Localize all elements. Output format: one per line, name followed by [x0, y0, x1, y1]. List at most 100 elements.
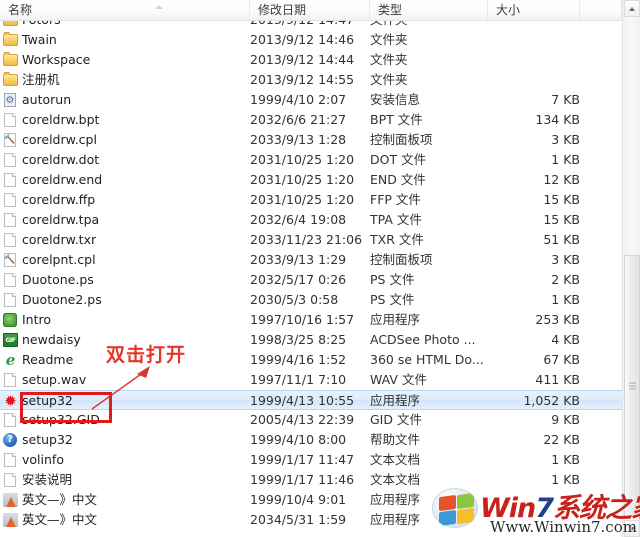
file-size: 253 KB [535, 312, 580, 327]
folder-icon [3, 21, 18, 26]
html-browser-icon [3, 352, 18, 368]
file-name: Workspace [22, 52, 91, 67]
sort-ascending-icon [155, 5, 163, 9]
file-row[interactable]: autorun 1999/4/10 2:07 安装信息 7 KB [0, 90, 622, 111]
file-type: ACDSee Photo ... [370, 332, 476, 347]
file-type: 文件夹 [370, 72, 408, 87]
file-row[interactable]: coreldrw.bpt 2032/6/6 21:27 BPT 文件 134 KB [0, 110, 622, 130]
vertical-scrollbar[interactable] [622, 0, 640, 537]
file-row[interactable]: coreldrw.cpl 2033/9/13 1:28 控制面板项 3 KB [0, 130, 622, 150]
file-name: setup32 [22, 432, 73, 447]
file-row[interactable]: Workspace 2013/9/12 14:44 文件夹 [0, 50, 622, 70]
file-row[interactable]: 注册机 2013/9/12 14:55 文件夹 [0, 70, 622, 90]
file-row[interactable]: setup32.GID 2005/4/13 22:39 GID 文件 9 KB [0, 410, 622, 430]
corel-app-icon [3, 393, 18, 409]
file-name: autorun [22, 92, 72, 107]
file-row[interactable]: coreldrw.dot 2031/10/25 1:20 DOT 文件 1 KB [0, 150, 622, 170]
file-row[interactable]: setup32 1999/4/10 8:00 帮助文件 22 KB [0, 430, 622, 450]
control-panel-icon [4, 130, 16, 150]
file-date-modified: 1997/11/1 7:10 [250, 372, 347, 387]
file-date-modified: 2032/6/6 21:27 [250, 112, 347, 127]
file-list[interactable]: Fotors2013/9/12 14:47 文件夹 Twain 2013/9/12 1… [0, 21, 622, 537]
file-type: FFP 文件 [370, 192, 421, 207]
file-date-modified: 1999/4/16 1:52 [250, 352, 347, 367]
text-document-icon [4, 453, 16, 467]
file-row[interactable]: setup32 1999/4/13 10:55 应用程序 1,052 KB [0, 390, 622, 410]
file-size [470, 50, 580, 70]
file-row[interactable]: Duotone2.ps 2030/5/3 0:58 PS 文件 1 KB [0, 290, 622, 310]
file-date-modified: 2034/5/31 1:59 [250, 512, 347, 527]
folder-icon [3, 72, 18, 86]
file-size: 134 KB [535, 112, 580, 127]
file-date-modified: 1997/10/16 1:57 [250, 312, 355, 327]
file-row[interactable]: coreldrw.end 2031/10/25 1:20 END 文件 12 KB [0, 170, 622, 190]
file-name: coreldrw.dot [22, 152, 100, 167]
file-type: 文件夹 [370, 32, 408, 47]
scrollbar-thumb[interactable] [624, 255, 640, 517]
file-name: coreldrw.ffp [22, 192, 96, 207]
column-header-size[interactable]: 大小 [488, 0, 580, 20]
file-row[interactable]: 英文—》中文 1999/10/4 9:01 应用程序 [0, 490, 622, 510]
file-row[interactable]: Readme1999/4/16 1:52360 se HTML Do...67 … [0, 350, 622, 370]
file-name: setup32.GID [22, 412, 100, 427]
column-header-date-modified[interactable]: 修改日期 [250, 0, 370, 20]
file-size [470, 510, 580, 530]
file-name: coreldrw.txr [22, 232, 97, 247]
file-row[interactable]: Intro 1997/10/16 1:57 应用程序 253 KB [0, 310, 622, 330]
file-name: 注册机 [22, 72, 60, 87]
file-date-modified: 1999/10/4 9:01 [250, 492, 347, 507]
file-size: 4 KB [551, 332, 580, 347]
document-icon [4, 293, 16, 307]
file-row[interactable]: 安装说明 1999/1/17 11:46 文本文档 1 KB [0, 470, 622, 490]
file-name: 英文—》中文 [22, 512, 98, 527]
file-row[interactable]: setup.wav 1997/11/1 7:10 WAV 文件 411 KB [0, 370, 622, 390]
file-row[interactable]: Duotone.ps 2032/5/17 0:26 PS 文件 2 KB [0, 270, 622, 290]
file-type: END 文件 [370, 172, 426, 187]
file-date-modified: 2013/9/12 14:47 [250, 21, 362, 30]
file-size: 1 KB [551, 452, 580, 467]
file-type: WAV 文件 [370, 372, 427, 387]
annotation-label: 双击打开 [106, 344, 187, 366]
file-size: 1 KB [551, 292, 580, 307]
file-type: BPT 文件 [370, 112, 423, 127]
file-row[interactable]: volinfo 1999/1/17 11:47 文本文档 1 KB [0, 450, 622, 470]
file-date-modified: 2033/9/13 1:28 [250, 132, 347, 147]
file-size: 2 KB [551, 272, 580, 287]
file-row[interactable]: corelpnt.cpl 2033/9/13 1:29 控制面板项 3 KB [0, 250, 622, 270]
file-name: coreldrw.cpl [22, 132, 97, 147]
file-name: setup.wav [22, 372, 87, 387]
file-date-modified: 2031/10/25 1:20 [250, 192, 355, 207]
file-size: 7 KB [551, 92, 580, 107]
document-icon [4, 213, 16, 227]
file-size: 1 KB [551, 152, 580, 167]
file-row[interactable]: coreldrw.tpa 2032/6/4 19:08 TPA 文件 15 KB [0, 210, 622, 230]
column-header-bar: 名称 修改日期 类型 大小 [0, 0, 622, 21]
file-date-modified: 2013/9/12 14:55 [250, 72, 355, 87]
file-type: 文本文档 [370, 472, 421, 487]
file-name: 英文—》中文 [22, 492, 98, 507]
file-row[interactable]: coreldrw.txr 2033/11/23 21:06 TXR 文件 51 KB [0, 230, 622, 250]
document-icon [4, 113, 16, 127]
file-date-modified: 2005/4/13 22:39 [250, 412, 355, 427]
column-header-type[interactable]: 类型 [370, 0, 488, 20]
file-row[interactable]: newdaisy1998/3/25 8:25ACDSee Photo ...4 … [0, 330, 622, 350]
file-type: 360 se HTML Do... [370, 352, 484, 367]
file-row[interactable]: coreldrw.ffp 2031/10/25 1:20 FFP 文件 15 KB [0, 190, 622, 210]
scroll-down-button[interactable] [624, 520, 640, 537]
scrollbar-grip-icon [629, 382, 636, 390]
chevron-up-icon [629, 6, 635, 11]
file-size: 1 KB [551, 472, 580, 487]
scroll-up-button[interactable] [624, 0, 640, 17]
file-type: 文件夹 [370, 52, 408, 67]
file-size: 67 KB [543, 352, 580, 367]
file-name: volinfo [22, 452, 64, 467]
file-name: coreldrw.tpa [22, 212, 100, 227]
file-type: 控制面板项 [370, 252, 433, 267]
file-row[interactable]: Fotors2013/9/12 14:47 文件夹 [0, 21, 622, 30]
file-size: 51 KB [543, 232, 580, 247]
column-header-name[interactable]: 名称 [0, 0, 250, 20]
file-size [470, 30, 580, 50]
file-type: TXR 文件 [370, 232, 424, 247]
file-row[interactable]: Twain 2013/9/12 14:46 文件夹 [0, 30, 622, 50]
file-row[interactable]: 英文—》中文 2034/5/31 1:59 应用程序 [0, 510, 622, 530]
